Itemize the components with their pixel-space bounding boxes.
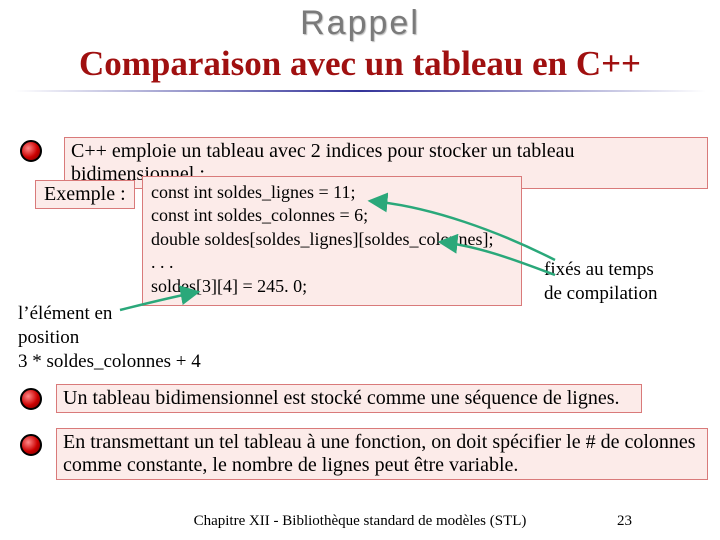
code-line: soldes[3][4] = 245. 0; — [151, 275, 513, 298]
bullet-text: Un tableau bidimensionnel est stocké com… — [56, 384, 642, 413]
code-line: . . . — [151, 251, 513, 274]
code-block: const int soldes_lignes = 11; const int … — [142, 176, 522, 306]
bullet-icon — [20, 140, 42, 162]
slide: Rappel Comparaison avec un tableau en C+… — [0, 0, 720, 540]
footer-page-number: 23 — [617, 513, 632, 530]
footer-chapter: Chapitre XII - Bibliothèque standard de … — [0, 513, 720, 530]
bullet-icon — [20, 388, 42, 410]
annotation-bottom: l’élément enposition3 * soldes_colonnes … — [18, 302, 201, 373]
bullet-text: En transmettant un tel tableau à une fon… — [56, 428, 708, 480]
example-label: Exemple : — [35, 180, 135, 209]
bullet-icon — [20, 434, 42, 456]
rappel-heading: Rappel — [0, 4, 720, 43]
annotation-right: fixés au tempsde compilation — [544, 258, 657, 306]
code-line: const int soldes_colonnes = 6; — [151, 204, 513, 227]
code-line: const int soldes_lignes = 11; — [151, 181, 513, 204]
code-line: double soldes[soldes_lignes][soldes_colo… — [151, 228, 513, 251]
slide-title: Comparaison avec un tableau en C++ — [14, 44, 706, 92]
